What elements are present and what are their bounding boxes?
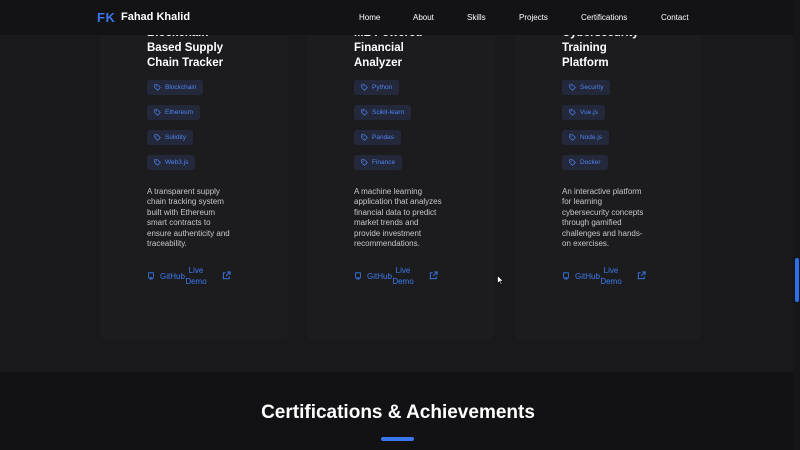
tag-label: Solidity [165,134,186,141]
tag-icon [569,159,576,166]
tag-ethereum: Ethereum [147,105,201,120]
tag-label: Security [580,84,604,91]
tag-icon [154,84,161,91]
project-title-line: Analyzer [354,57,402,69]
github-link[interactable]: GitHub [160,272,185,281]
heading-underline [381,437,414,441]
live-demo-link[interactable]: Live Demo [598,266,624,287]
project-title-line: Chain Tracker [147,57,224,69]
tag-icon [361,109,368,116]
external-link-icon[interactable] [222,271,231,280]
nav-link-skills[interactable]: Skills [467,13,486,22]
external-link-icon[interactable] [637,271,646,280]
tag-docker: Docker [562,155,608,170]
logo-name[interactable]: Fahad Khalid [121,11,190,23]
tag-blockchain: Blockchain [147,80,204,95]
tag-python: Python [354,80,400,95]
project-description: A transparent supply chain tracking syst… [147,187,230,249]
project-description: A machine learning application that anal… [354,187,442,249]
project-links: GitHub Live Demo [354,266,444,288]
tag-solidity: Solidity [147,130,193,145]
scrollbar-thumb[interactable] [795,258,799,302]
tag-label: Node.js [580,134,603,141]
tag-pandas: Pandas [354,130,402,145]
project-description: An interactive platform for learning cyb… [562,187,644,249]
tag-label: Finance [372,159,396,166]
project-title-line: Financial [354,42,404,54]
github-icon[interactable] [562,272,570,280]
tag-scikit-learn: Scikit-learn [354,105,412,120]
navbar: FK Fahad Khalid Home About Skills Projec… [0,0,800,35]
tag-label: Vue.js [580,109,598,116]
tag-label: Docker [580,159,601,166]
tag-icon [154,134,161,141]
project-card-cybersecurity: Cybersecurity Training Platform Security… [515,0,701,340]
projects-section: Blockchain Based Supply Chain Tracker Bl… [0,0,800,372]
tag-icon [154,109,161,116]
nav-link-projects[interactable]: Projects [519,13,548,22]
live-demo-link[interactable]: Live Demo [390,266,416,287]
tag-icon [361,159,368,166]
certifications-section: Certifications & Achievements [0,372,800,450]
tag-icon [361,134,368,141]
tag-security: Security [562,80,611,95]
tag-vuejs: Vue.js [562,105,605,120]
github-link[interactable]: GitHub [367,272,392,281]
tag-web3js: Web3.js [147,155,196,170]
section-heading: Certifications & Achievements [261,402,535,423]
tag-list: Security Vue.js Node.js Docker [562,80,611,180]
tag-label: Pandas [372,134,395,141]
project-card-supply-chain: Blockchain Based Supply Chain Tracker Bl… [100,0,288,340]
tag-label: Python [372,84,393,91]
github-link[interactable]: GitHub [575,272,600,281]
tag-icon [569,84,576,91]
logo-initials[interactable]: FK [97,10,115,25]
nav-link-certifications[interactable]: Certifications [581,13,627,22]
tag-icon [361,84,368,91]
tag-finance: Finance [354,155,403,170]
nav-link-about[interactable]: About [413,13,434,22]
project-title-line: Training [562,42,607,54]
github-icon[interactable] [147,272,155,280]
project-links: GitHub Live Demo [147,266,237,288]
project-links: GitHub Live Demo [562,266,652,288]
live-demo-link[interactable]: Live Demo [183,266,209,287]
project-title-line: Platform [562,57,609,69]
tag-nodejs: Node.js [562,130,610,145]
project-card-financial-analyzer: ML-Powered Financial Analyzer Python Sci… [307,0,495,340]
github-icon[interactable] [354,272,362,280]
tag-label: Web3.js [165,159,189,166]
tag-label: Scikit-learn [372,109,405,116]
nav-link-contact[interactable]: Contact [661,13,689,22]
tag-icon [569,109,576,116]
tag-label: Blockchain [165,84,197,91]
tag-icon [569,134,576,141]
scrollbar-track[interactable] [794,0,800,450]
tag-icon [154,159,161,166]
tag-list: Python Scikit-learn Pandas Finance [354,80,412,180]
project-title-line: Based Supply [147,42,224,54]
tag-label: Ethereum [165,109,194,116]
tag-list: Blockchain Ethereum Solidity Web3.js [147,80,204,180]
external-link-icon[interactable] [429,271,438,280]
nav-link-home[interactable]: Home [359,13,380,22]
mouse-cursor-icon [497,275,504,285]
